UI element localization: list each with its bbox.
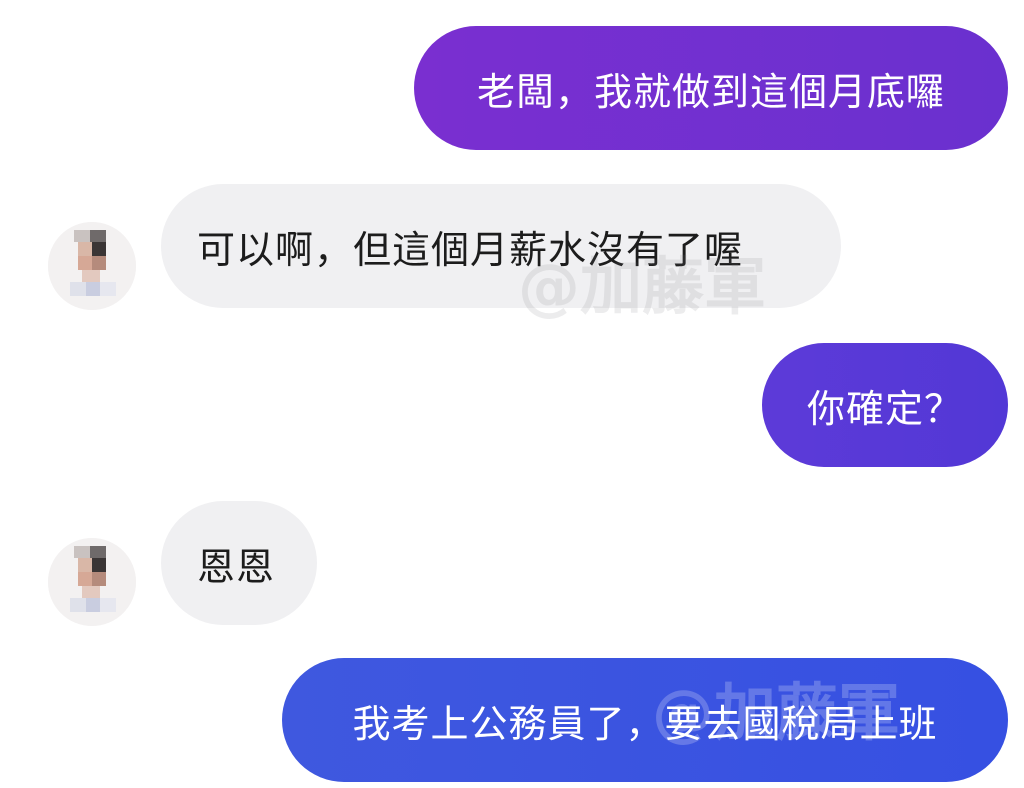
message-incoming[interactable]: 可以啊，但這個月薪水沒有了喔 (161, 184, 841, 308)
message-text: 可以啊，但這個月薪水沒有了喔 (197, 227, 744, 272)
message-outgoing[interactable]: 老闆，我就做到這個月底囉 (414, 26, 1008, 150)
pixelated-avatar-icon (48, 538, 136, 626)
chat-thread: 老闆，我就做到這個月底囉 可以啊，但這個月薪水沒有了喔 @加藤軍 你確定？ (0, 0, 1024, 788)
contact-avatar[interactable] (48, 538, 136, 626)
message-text: 老闆，我就做到這個月底囉 (476, 69, 945, 114)
message-text: 恩恩 (197, 544, 276, 589)
message-text: 我考上公務員了，要去國稅局上班 (352, 701, 938, 746)
message-outgoing[interactable]: 我考上公務員了，要去國稅局上班 (282, 658, 1008, 782)
pixelated-avatar-icon (48, 222, 136, 310)
message-text: 你確定？ (806, 386, 963, 431)
message-outgoing[interactable]: 你確定？ (762, 343, 1008, 467)
message-incoming[interactable]: 恩恩 (161, 501, 317, 625)
contact-avatar[interactable] (48, 222, 136, 310)
